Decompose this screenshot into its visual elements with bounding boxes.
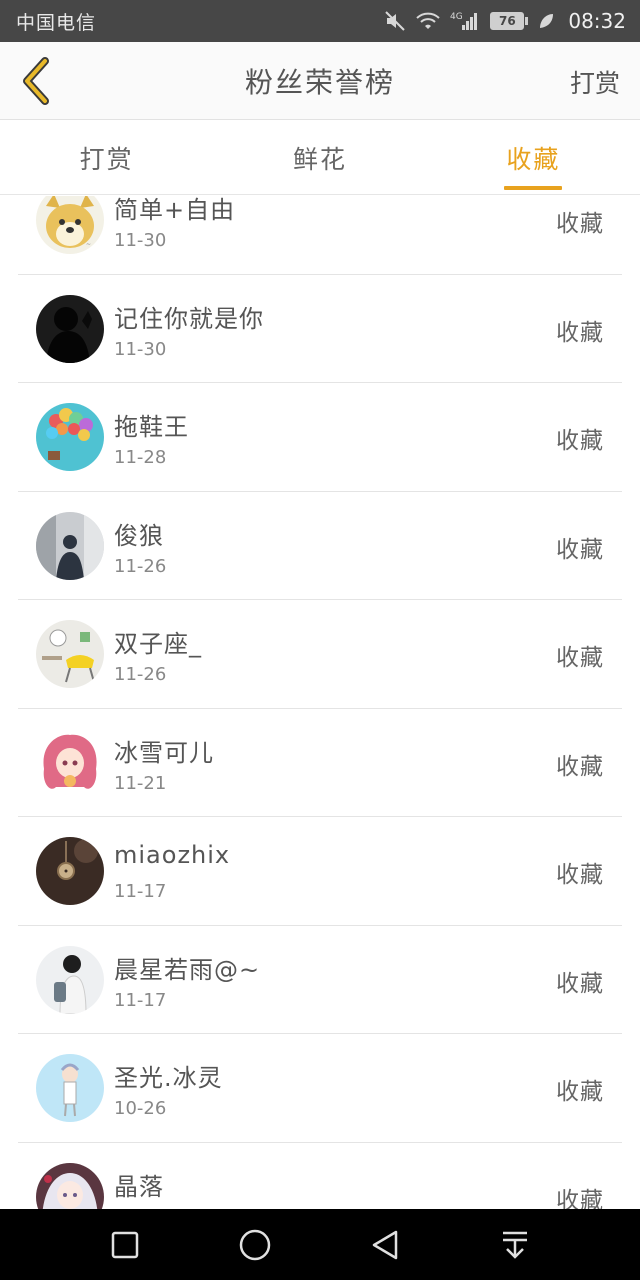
svg-text:~: ~	[86, 241, 91, 248]
wifi-icon	[416, 11, 441, 31]
fan-list[interactable]: ~ 简单+自由 11-30 收藏 记住你就是你 11-30 收藏 拖鞋王 11-…	[0, 196, 640, 1209]
home-button[interactable]	[225, 1215, 285, 1275]
notification-pull-button[interactable]	[485, 1215, 545, 1275]
avatar	[36, 403, 104, 471]
fan-date: 11-26	[114, 555, 167, 577]
mute-icon	[384, 10, 406, 32]
list-item[interactable]: 俊狼 11-26 收藏	[18, 492, 622, 600]
fan-name: 简单+自由	[114, 196, 236, 224]
fan-date: 11-28	[114, 447, 167, 468]
back-button[interactable]	[14, 56, 58, 106]
list-item[interactable]: miaozhix 11-17 收藏	[18, 817, 622, 926]
action-label: 收藏	[556, 1079, 604, 1105]
action-label: 收藏	[556, 753, 604, 780]
avatar	[36, 728, 104, 797]
avatar: ~	[36, 196, 104, 254]
list-item[interactable]: 冰雪可儿 11-21 收藏	[18, 709, 622, 817]
chevron-left-icon	[23, 57, 49, 105]
active-tab-indicator	[504, 186, 563, 190]
recent-apps-icon	[111, 1231, 139, 1258]
back-nav-button[interactable]	[355, 1215, 415, 1275]
fan-name: 拖鞋王	[114, 413, 189, 441]
avatar	[36, 1054, 104, 1122]
avatar	[36, 620, 104, 688]
avatar	[36, 511, 104, 580]
fan-date: 11-26	[114, 664, 167, 685]
action-label: 收藏	[556, 428, 604, 454]
carrier-name: 中国电信	[16, 11, 97, 34]
clock: 08:32	[568, 9, 626, 33]
avatar	[36, 294, 104, 363]
list-item[interactable]: 记住你就是你 11-30 收藏	[18, 275, 622, 383]
fan-name: 圣光.冰灵	[114, 1064, 223, 1092]
battery-icon: 76	[490, 12, 529, 30]
network-type: 4G	[450, 12, 463, 22]
app-header: 粉丝荣誉榜 打赏	[0, 42, 640, 120]
tab-flowers[interactable]: 鲜花	[213, 121, 426, 194]
list-item[interactable]: 双子座_ 11-26 收藏	[18, 600, 622, 709]
fan-name: 双子座_	[114, 630, 202, 658]
tab-reward[interactable]: 打赏	[0, 121, 213, 194]
action-label: 收藏	[556, 862, 604, 888]
fan-name: 俊狼	[114, 521, 164, 550]
battery-level: 76	[490, 12, 525, 30]
fan-date: 11-30	[114, 338, 167, 360]
action-label: 收藏	[556, 1187, 604, 1210]
avatar	[36, 837, 104, 905]
fan-name: 冰雪可儿	[114, 738, 214, 767]
list-item[interactable]: 圣光.冰灵 10-26 收藏	[18, 1034, 622, 1143]
avatar	[36, 1162, 104, 1209]
avatar	[36, 945, 104, 1014]
action-label: 收藏	[556, 319, 604, 346]
fan-date: 11-17	[114, 881, 167, 902]
fan-name: 晨星若雨@~	[114, 955, 261, 984]
system-nav-bar	[0, 1209, 640, 1280]
notification-pull-icon	[503, 1231, 527, 1259]
action-label: 收藏	[556, 211, 604, 237]
tab-label: 鲜花	[292, 144, 347, 174]
back-icon	[372, 1230, 398, 1259]
list-item[interactable]: ~ 简单+自由 11-30 收藏	[18, 196, 622, 275]
list-item[interactable]: 晨星若雨@~ 11-17 收藏	[18, 926, 622, 1034]
action-label: 收藏	[556, 645, 604, 671]
tab-bar: 打赏 鲜花 收藏	[0, 121, 640, 195]
fan-name: 记住你就是你	[114, 304, 264, 333]
fan-date: 11-21	[114, 772, 167, 794]
page-title: 粉丝荣誉榜	[244, 65, 395, 99]
action-label: 收藏	[556, 536, 604, 563]
fan-date: 10-26	[114, 1098, 167, 1119]
signal-icon: 4G	[450, 10, 480, 32]
list-item[interactable]: 晶落 收藏	[18, 1143, 622, 1210]
fan-date: 11-17	[114, 989, 167, 1011]
tab-label: 打赏	[79, 144, 134, 174]
recent-apps-button[interactable]	[95, 1215, 155, 1275]
tab-label: 收藏	[506, 144, 561, 174]
list-item[interactable]: 拖鞋王 11-28 收藏	[18, 383, 622, 492]
status-bar: 中国电信 4G 76 08:32	[0, 0, 640, 42]
fan-name: miaozhix	[114, 841, 231, 869]
fan-name: 晶落	[114, 1172, 164, 1201]
home-icon	[239, 1229, 271, 1260]
leaf-icon	[538, 12, 554, 30]
tab-favorites[interactable]: 收藏	[427, 121, 640, 194]
reward-button[interactable]: 打赏	[570, 64, 620, 100]
fan-date: 11-30	[114, 230, 167, 251]
status-icons: 4G 76 08:32	[384, 9, 626, 33]
action-label: 收藏	[556, 970, 604, 997]
